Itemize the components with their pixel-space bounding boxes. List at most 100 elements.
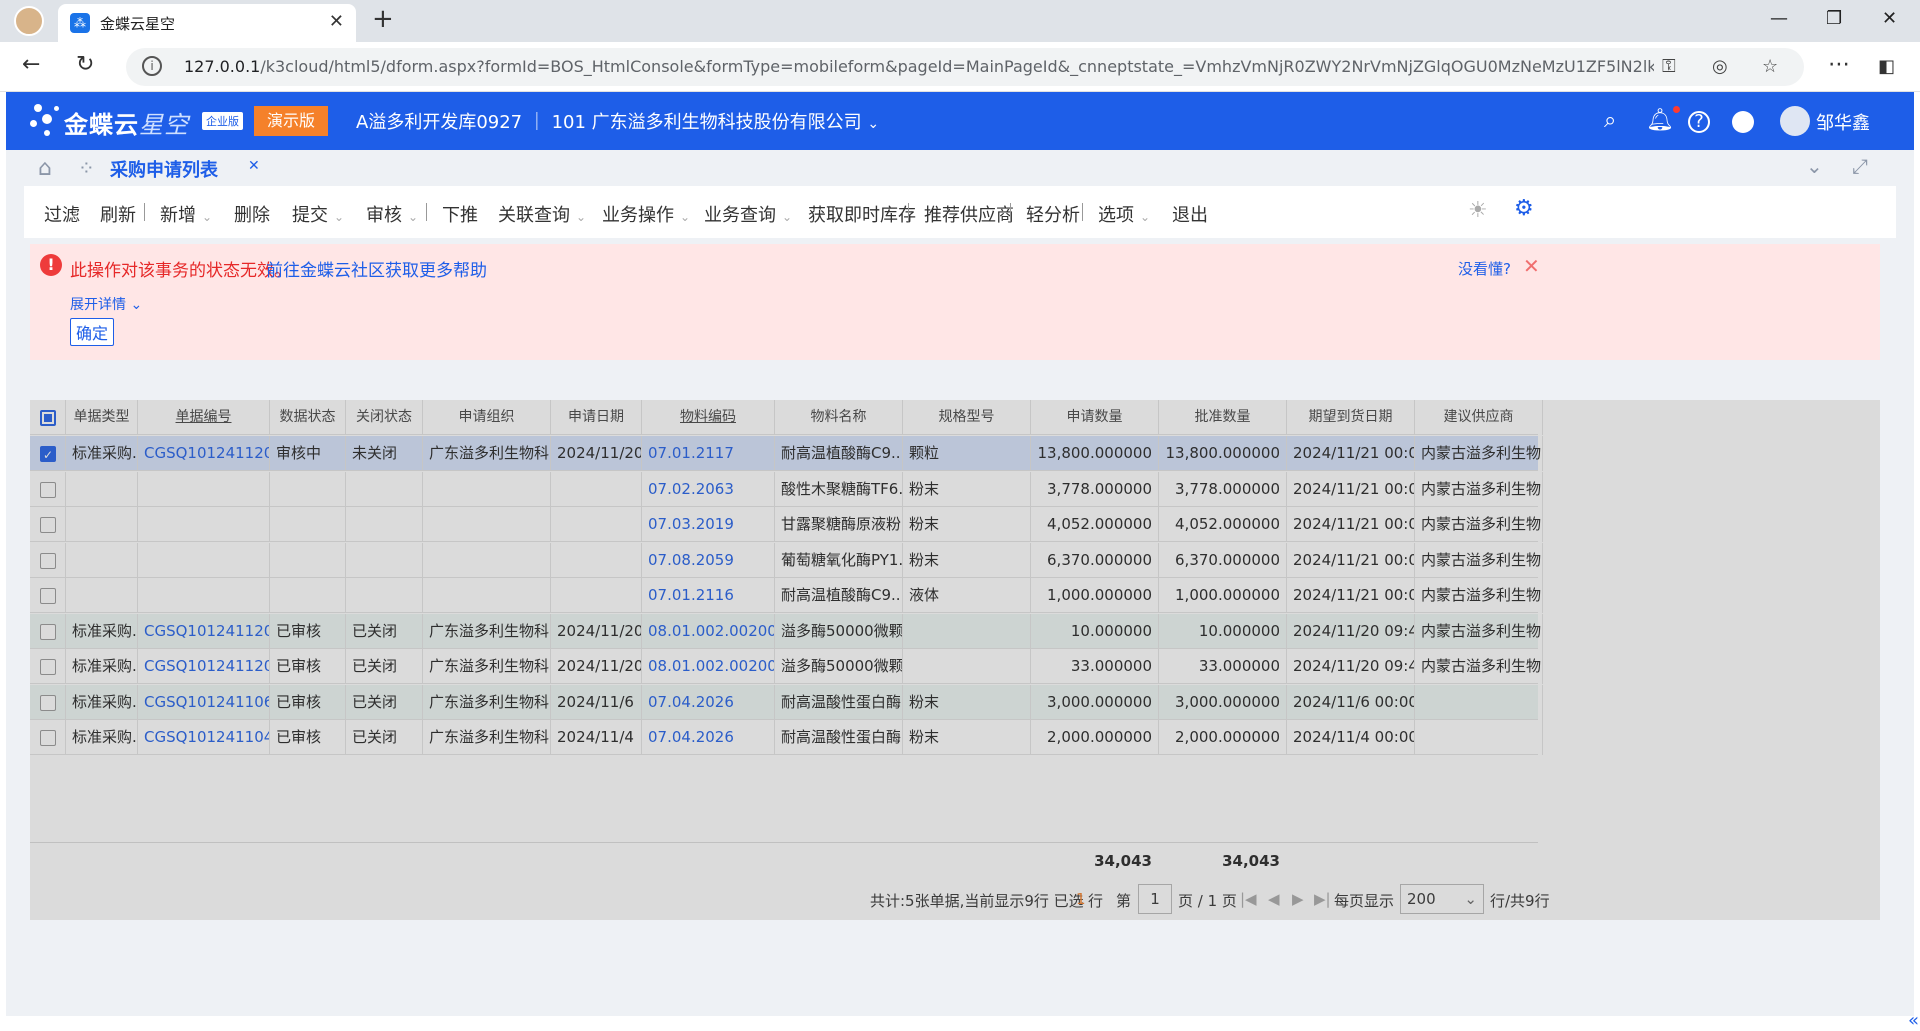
apps-grid-icon[interactable]: ⁘ bbox=[78, 156, 95, 180]
cell-material-code[interactable]: 07.04.2026 bbox=[642, 684, 775, 720]
column-header-approved-qty[interactable]: 批准数量 bbox=[1159, 400, 1287, 435]
table-row[interactable]: 07.03.2019 甘露聚糖酶原液粉... 粉末 4,052.000000 4,052… bbox=[30, 507, 1543, 542]
column-header-spec[interactable]: 规格型号 bbox=[903, 400, 1031, 435]
cell-doc-number[interactable]: CGSQ101241120... bbox=[138, 436, 270, 471]
double-chevron-left-icon[interactable]: « bbox=[1908, 1010, 1919, 1031]
cell-material-code[interactable]: 07.01.2116 bbox=[642, 578, 775, 613]
cell-material-code[interactable]: 08.01.002.0020067 bbox=[642, 649, 775, 684]
recommend-supplier-button[interactable]: 推荐供应商 bbox=[924, 201, 1014, 227]
key-icon[interactable]: ⚿ bbox=[1662, 56, 1676, 77]
page-size-select[interactable]: 200 ⌄ bbox=[1400, 884, 1484, 914]
push-down-button[interactable]: 下推 bbox=[442, 201, 478, 227]
home-icon[interactable]: ⌂ bbox=[38, 156, 52, 181]
cell-material-code[interactable]: 07.08.2059 bbox=[642, 542, 775, 578]
not-understood-link[interactable]: 没看懂? bbox=[1458, 258, 1511, 279]
table-row[interactable]: 标准采购...CGSQ101241120...已审核已关闭广东溢多利生物科...… bbox=[30, 649, 1543, 684]
confirm-button[interactable]: 确定 bbox=[70, 318, 114, 346]
first-page-icon[interactable]: |◀ bbox=[1240, 890, 1257, 908]
cell-doc-number[interactable] bbox=[138, 578, 270, 613]
chevron-double-down-icon[interactable]: ⌄ bbox=[1806, 154, 1823, 178]
cell-doc-number[interactable]: CGSQ101241104... bbox=[138, 720, 270, 755]
reload-icon[interactable]: ↻ bbox=[76, 52, 94, 77]
minimize-icon[interactable]: — bbox=[1770, 8, 1788, 29]
cell-doc-number[interactable] bbox=[138, 507, 270, 542]
cell-material-code[interactable]: 07.03.2019 bbox=[642, 507, 775, 542]
close-tab-icon[interactable]: ✕ bbox=[329, 11, 344, 32]
cell-material-code[interactable]: 07.04.2026 bbox=[642, 720, 775, 755]
window-close-icon[interactable]: ✕ bbox=[1882, 8, 1897, 29]
row-checkbox[interactable] bbox=[40, 730, 56, 746]
table-row[interactable]: 07.08.2059 葡萄糖氧化酶PY1... 粉末 6,370.000000 6,37… bbox=[30, 542, 1543, 578]
fullscreen-icon[interactable]: ⤢ bbox=[1852, 154, 1868, 178]
cell-doc-number[interactable] bbox=[138, 542, 270, 578]
last-page-icon[interactable]: ▶| bbox=[1314, 890, 1331, 908]
table-row[interactable]: 标准采购...CGSQ101241104...已审核已关闭广东溢多利生物科...… bbox=[30, 720, 1543, 755]
new-button[interactable]: 新增 ⌄ bbox=[160, 201, 212, 227]
row-checkbox[interactable] bbox=[40, 588, 56, 604]
row-checkbox[interactable] bbox=[40, 623, 56, 640]
avatar[interactable] bbox=[1780, 106, 1810, 136]
table-row[interactable]: 标准采购...CGSQ101241106...已审核已关闭广东溢多利生物科...… bbox=[30, 684, 1543, 720]
select-all-checkbox[interactable] bbox=[40, 410, 56, 426]
back-icon[interactable]: ← bbox=[22, 52, 40, 77]
row-checkbox[interactable] bbox=[40, 552, 56, 569]
gear-icon[interactable]: ⚙ bbox=[1514, 196, 1534, 221]
options-button[interactable]: 选项 ⌄ bbox=[1098, 201, 1150, 227]
row-checkbox[interactable] bbox=[40, 481, 56, 498]
exit-button[interactable]: 退出 bbox=[1172, 201, 1208, 227]
page-number-input[interactable]: 1 bbox=[1138, 884, 1172, 914]
company-selector[interactable]: A溢多利开发库0927 ｜ 101 广东溢多利生物科技股份有限公司 ⌄ bbox=[356, 108, 879, 134]
edge-icon[interactable]: ◎ bbox=[1712, 56, 1728, 77]
audit-button[interactable]: 审核 ⌄ bbox=[366, 201, 418, 227]
cell-material-code[interactable]: 08.01.002.0020067 bbox=[642, 613, 775, 649]
table-row[interactable]: 07.01.2116 耐高温植酸酶C9... 液体 1,000.000000 1,000… bbox=[30, 578, 1543, 613]
browser-tab[interactable]: ⁂ 金蝶云星空 ✕ bbox=[58, 4, 356, 42]
column-header-doc-number[interactable]: 单据编号 bbox=[138, 400, 270, 435]
table-row[interactable]: 07.02.2063 酸性木聚糖酶TF6... 粉末 3,778.000000 3,77… bbox=[30, 471, 1543, 507]
business-operation-button[interactable]: 业务操作 ⌄ bbox=[602, 201, 690, 227]
prev-page-icon[interactable]: ◀ bbox=[1268, 890, 1280, 908]
row-checkbox[interactable] bbox=[40, 659, 56, 675]
column-header-suggested-supplier[interactable]: 建议供应商 bbox=[1415, 400, 1543, 435]
delete-button[interactable]: 删除 bbox=[234, 201, 270, 227]
sidebar-icon[interactable]: ◧ bbox=[1878, 56, 1895, 77]
profile-avatar[interactable] bbox=[14, 6, 44, 36]
favorite-star-icon[interactable]: ☆ bbox=[1762, 56, 1778, 77]
cell-doc-number[interactable]: CGSQ101241120... bbox=[138, 613, 270, 649]
site-info-icon[interactable]: i bbox=[142, 56, 162, 76]
new-tab-icon[interactable]: + bbox=[372, 4, 394, 34]
row-checkbox[interactable]: ✓ bbox=[40, 446, 56, 462]
column-header-apply-date[interactable]: 申请日期 bbox=[551, 400, 642, 435]
bell-icon[interactable]: 🔔︎ bbox=[1646, 108, 1674, 133]
community-help-link[interactable]: 前往金蝶云社区获取更多帮助 bbox=[266, 256, 487, 281]
refresh-button[interactable]: 刷新 bbox=[100, 201, 136, 227]
column-header-expected-date[interactable]: 期望到货日期 bbox=[1287, 400, 1415, 435]
search-icon[interactable]: ⌕ bbox=[1604, 108, 1616, 133]
minus-circle-icon[interactable] bbox=[1732, 111, 1754, 133]
user-name[interactable]: 邹华鑫 bbox=[1816, 109, 1870, 135]
address-bar[interactable]: i 127.0.0.1/k3cloud/html5/dform.aspx?for… bbox=[126, 48, 1804, 86]
table-row[interactable]: ✓ 标准采购...CGSQ101241120...审核中未关闭广东溢多利生物科..… bbox=[30, 436, 1543, 471]
column-header-data-status[interactable]: 数据状态 bbox=[270, 400, 346, 435]
get-inventory-button[interactable]: 获取即时库存 bbox=[808, 201, 916, 227]
cell-doc-number[interactable]: CGSQ101241106... bbox=[138, 684, 270, 720]
related-query-button[interactable]: 关联查询 ⌄ bbox=[498, 201, 586, 227]
filter-button[interactable]: 过滤 bbox=[44, 201, 80, 227]
column-header-material-name[interactable]: 物料名称 bbox=[775, 400, 903, 435]
help-icon[interactable]: ? bbox=[1688, 111, 1710, 133]
cell-material-code[interactable]: 07.01.2117 bbox=[642, 436, 775, 471]
close-icon[interactable]: ✕ bbox=[1523, 254, 1540, 278]
column-header-material-code[interactable]: 物料编码 bbox=[642, 400, 775, 435]
column-header-apply-qty[interactable]: 申请数量 bbox=[1031, 400, 1159, 435]
cell-doc-number[interactable] bbox=[138, 471, 270, 507]
business-query-button[interactable]: 业务查询 ⌄ bbox=[704, 201, 792, 227]
expand-details-link[interactable]: 展开详情 ⌄ bbox=[70, 294, 142, 314]
row-checkbox[interactable] bbox=[40, 517, 56, 533]
tab-purchase-request-list[interactable]: 采购申请列表 bbox=[110, 156, 218, 188]
next-page-icon[interactable]: ▶ bbox=[1292, 890, 1304, 908]
close-tab-icon[interactable]: ✕ bbox=[248, 158, 260, 174]
column-header-doc-type[interactable]: 单据类型 bbox=[66, 400, 138, 435]
light-analysis-button[interactable]: 轻分析 bbox=[1026, 201, 1080, 227]
cell-doc-number[interactable]: CGSQ101241120... bbox=[138, 649, 270, 684]
column-header-apply-org[interactable]: 申请组织 bbox=[423, 400, 551, 435]
